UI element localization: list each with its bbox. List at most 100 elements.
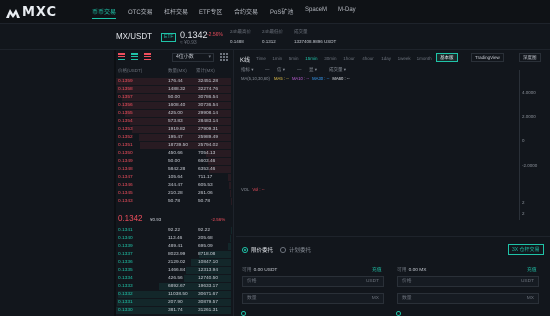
- timeframe-1day[interactable]: 1day: [381, 56, 391, 61]
- ask-row[interactable]: 0.1345 210.28 261.06: [116, 190, 231, 198]
- ask-row[interactable]: 0.1348 5842.28 6353.46: [116, 166, 231, 174]
- trading-pair[interactable]: MX/USDT: [116, 32, 152, 41]
- ma-legend: MA(5,10,30,60) MA5 : -- MA10 : -- MA30 : -…: [241, 76, 350, 81]
- view-tradingview-button[interactable]: TradingView: [471, 53, 504, 62]
- brand-logo[interactable]: MXC: [6, 4, 57, 20]
- stat-volume: 成交量 1337408.9896 USDT: [294, 29, 336, 44]
- bid-price: 0.1334: [118, 276, 133, 281]
- nav-contract[interactable]: 合约交易: [234, 7, 258, 16]
- timeframe-30min[interactable]: 30min: [324, 56, 336, 61]
- view-basic-button[interactable]: 基本版: [436, 53, 458, 62]
- bid-row[interactable]: 0.1341 92.22 92.22: [116, 227, 231, 235]
- ask-amount: 50.78: [168, 199, 181, 204]
- grid-menu-icon[interactable]: [220, 53, 228, 61]
- ma-item: MA30 : --: [312, 76, 330, 81]
- bid-row[interactable]: 0.1332 11038.50 30671.67: [116, 291, 231, 299]
- ask-row[interactable]: 0.1354 573.83 28483.14: [116, 118, 231, 126]
- bid-row[interactable]: 0.1334 426.56 12740.50: [116, 275, 231, 283]
- ask-row[interactable]: 0.1358 1488.32 32274.76: [116, 86, 231, 94]
- nav-margin[interactable]: 杠杆交易: [164, 7, 188, 16]
- buy-deposit-link[interactable]: 充值: [372, 266, 382, 273]
- chevron-down-icon: ▾: [208, 54, 211, 60]
- ask-total: 6353.46: [198, 167, 216, 172]
- bid-price: 0.1333: [118, 284, 133, 289]
- etf-badge[interactable]: ETF: [161, 33, 177, 42]
- timeframe-1min[interactable]: 1min: [272, 56, 282, 61]
- timeframe-5min[interactable]: 5min: [289, 56, 299, 61]
- indicator-3[interactable]: —: [297, 67, 302, 72]
- ask-row[interactable]: 0.1352 195.47 25989.49: [116, 134, 231, 142]
- ask-total: 29908.14: [198, 111, 219, 116]
- bid-total: 30879.57: [198, 300, 219, 305]
- timeframe-1hour[interactable]: 1hour: [343, 56, 355, 61]
- indicator-4[interactable]: 显 ▾: [309, 67, 317, 73]
- ask-row[interactable]: 0.1351 18739.50 25794.02: [116, 142, 231, 150]
- indicator-2[interactable]: 信 ▾: [277, 67, 285, 73]
- ask-row[interactable]: 0.1350 450.66 7054.13: [116, 150, 231, 158]
- indicator-1[interactable]: —: [265, 67, 270, 72]
- chart-title: K线: [240, 58, 251, 64]
- buy-price-input[interactable]: 价格 USDT: [242, 276, 384, 287]
- ask-price: 0.1359: [118, 79, 133, 84]
- buy-slider-handle[interactable]: [241, 311, 246, 316]
- ask-price: 0.1347: [118, 175, 133, 180]
- bid-depth-bar: [230, 235, 231, 242]
- bid-total: 12740.50: [198, 276, 219, 281]
- bid-row[interactable]: 0.1330 381.74 31261.31: [116, 307, 231, 315]
- bid-total: 12313.94: [198, 268, 219, 273]
- timeframe-time[interactable]: Time: [256, 56, 266, 61]
- bid-amount: 381.74: [168, 308, 183, 313]
- bid-row[interactable]: 0.1340 113.46 205.68: [116, 235, 231, 243]
- timeframe-4hour[interactable]: 4hour: [362, 56, 374, 61]
- sell-amount-input[interactable]: 数量 MX: [397, 293, 539, 304]
- indicator-0[interactable]: 指标 ▾: [241, 67, 254, 73]
- vol-label: VOL: [241, 187, 250, 192]
- book-bids-icon[interactable]: [131, 53, 138, 60]
- bid-row[interactable]: 0.1331 207.90 30879.57: [116, 299, 231, 307]
- ask-row[interactable]: 0.1349 50.00 6603.46: [116, 158, 231, 166]
- nav-spot-trading[interactable]: 币币交易: [92, 7, 117, 19]
- mid-price-row: 0.1342 ¥0.93 -2.56%: [116, 214, 231, 224]
- nav-mday[interactable]: M-Day: [338, 7, 356, 13]
- ask-row[interactable]: 0.1343 50.78 50.78: [116, 198, 231, 206]
- ask-row[interactable]: 0.1353 1919.82 27909.31: [116, 126, 231, 134]
- nav-pos-pool[interactable]: PoS矿池: [270, 7, 293, 16]
- ask-row[interactable]: 0.1346 344.47 605.53: [116, 182, 231, 190]
- leverage-button[interactable]: 3X 仓杆交易: [508, 244, 544, 255]
- book-both-icon[interactable]: [118, 53, 125, 60]
- ask-row[interactable]: 0.1357 50.00 30786.54: [116, 94, 231, 102]
- nav-spacem[interactable]: SpaceM: [305, 7, 327, 13]
- ask-row[interactable]: 0.1355 425.00 29908.14: [116, 110, 231, 118]
- view-depth-button[interactable]: 深度图: [519, 53, 541, 62]
- ask-amount: 573.83: [168, 119, 183, 124]
- indicator-5[interactable]: 成交量 ▾: [329, 67, 346, 73]
- sell-price-input[interactable]: 价格 USDT: [397, 276, 539, 287]
- nav-etf[interactable]: ETF专区: [199, 7, 222, 16]
- stop-order-radio[interactable]: 计划委托: [280, 246, 311, 254]
- ask-amount: 50.00: [168, 159, 181, 164]
- bid-row[interactable]: 0.1336 2129.02 10847.10: [116, 259, 231, 267]
- limit-order-radio[interactable]: 限价委托: [242, 246, 273, 254]
- nav-otc[interactable]: OTC交易: [128, 7, 153, 16]
- timeframe-1week[interactable]: 1week: [398, 56, 411, 61]
- timeframe-1month[interactable]: 1month: [417, 56, 432, 61]
- bid-total: 19633.17: [198, 284, 219, 289]
- buy-amount-input[interactable]: 数量 MX: [242, 293, 384, 304]
- ask-row[interactable]: 0.1359 176.44 32451.28: [116, 78, 231, 86]
- ask-row[interactable]: 0.1356 1608.40 30736.54: [116, 102, 231, 110]
- ask-price: 0.1352: [118, 135, 133, 140]
- bid-row[interactable]: 0.1337 8023.99 8718.08: [116, 251, 231, 259]
- sell-slider-handle[interactable]: [396, 311, 401, 316]
- depth-select[interactable]: 4位小数 ▾: [172, 53, 214, 62]
- bid-row[interactable]: 0.1333 6892.67 19633.17: [116, 283, 231, 291]
- book-asks-icon[interactable]: [144, 53, 151, 60]
- bid-row[interactable]: 0.1335 1466.84 12313.94: [116, 267, 231, 275]
- sell-deposit-link[interactable]: 充值: [527, 266, 537, 273]
- bid-row[interactable]: 0.1339 489.41 695.09: [116, 243, 231, 251]
- timeframe-15min[interactable]: 15min: [305, 56, 317, 61]
- ask-row[interactable]: 0.1347 105.64 711.17: [116, 174, 231, 182]
- ask-amount: 344.47: [168, 183, 183, 188]
- ask-total: 261.06: [198, 191, 213, 196]
- mid-price-cny: ¥0.93: [150, 217, 162, 222]
- buy-price-placeholder: 价格: [247, 279, 257, 284]
